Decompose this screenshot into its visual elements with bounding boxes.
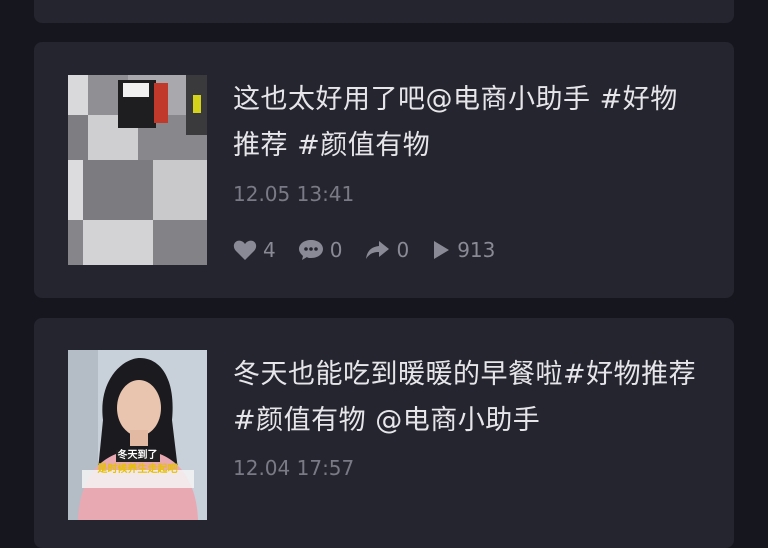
post-title[interactable]: 这也太好用了吧@电商小助手 #好物推荐 #颜值有物: [233, 77, 704, 169]
post-stats: 4 0 0 913: [233, 238, 517, 262]
comment-icon: [298, 240, 323, 260]
comments-count: 0: [329, 238, 343, 262]
post-timestamp: 12.04 17:57: [233, 456, 355, 480]
likes-count: 4: [263, 238, 276, 262]
post-thumbnail[interactable]: 冬天到了 是时候养生走起吧: [68, 350, 207, 520]
post-title[interactable]: 冬天也能吃到暖暖的早餐啦#好物推荐 #颜值有物 @电商小助手: [233, 352, 704, 444]
thumbnail-caption: 冬天到了 是时候养生走起吧: [68, 450, 207, 476]
shares-stat[interactable]: 0: [364, 238, 409, 262]
person-photo: [68, 350, 207, 520]
caption-line-2: 是时候养生走起吧: [97, 464, 178, 475]
caption-line-1: 冬天到了: [115, 450, 160, 462]
post-card[interactable]: 冬天到了 是时候养生走起吧 冬天也能吃到暖暖的早餐啦#好物推荐 #颜值有物 @电…: [34, 318, 734, 548]
heart-icon: [233, 240, 257, 260]
post-card-previous[interactable]: [34, 0, 734, 23]
views-stat: 913: [431, 238, 495, 262]
shares-count: 0: [396, 238, 410, 262]
views-count: 913: [457, 238, 496, 262]
floor-photo: [68, 75, 207, 265]
post-timestamp: 12.05 13:41: [233, 182, 355, 206]
comments-stat[interactable]: 0: [298, 238, 343, 262]
likes-stat[interactable]: 4: [233, 238, 276, 262]
play-icon: [434, 241, 450, 259]
post-card[interactable]: 这也太好用了吧@电商小助手 #好物推荐 #颜值有物 12.05 13:41 4 …: [34, 42, 734, 298]
post-thumbnail[interactable]: [68, 75, 207, 265]
share-arrow-icon: [366, 241, 390, 259]
